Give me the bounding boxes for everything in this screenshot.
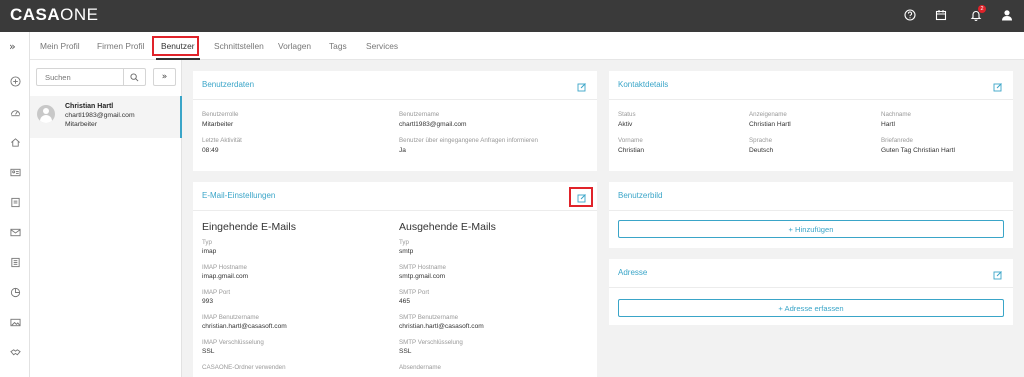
bell-icon[interactable]: 2 — [969, 5, 986, 22]
add-address-button[interactable]: + Adresse erfassen — [618, 299, 1004, 317]
plus-circle-icon[interactable] — [8, 74, 22, 88]
field-label: Benutzer über eingegangene Anfragen info… — [399, 137, 538, 144]
add-picture-button[interactable]: + Hinzufügen — [618, 220, 1004, 238]
field-value: Christian Hartl — [749, 121, 791, 128]
field-value: SSL — [399, 348, 412, 355]
benutzerdaten-title: Benutzerdaten — [202, 80, 255, 89]
dashboard-icon[interactable] — [8, 105, 22, 119]
user-role: Mitarbeiter — [65, 121, 98, 128]
field-value: imap — [202, 248, 217, 255]
kontaktdetails-title: Kontaktdetails — [618, 80, 669, 89]
user-name: Christian Hartl — [65, 103, 114, 110]
field-label: Sprache — [749, 137, 773, 144]
field-value: 465 — [399, 298, 411, 305]
field-value: Deutsch — [749, 147, 774, 154]
field-value: 993 — [202, 298, 214, 305]
field-label: Vorname — [618, 137, 643, 144]
calendar-icon[interactable] — [934, 8, 948, 22]
contacts-icon[interactable] — [8, 165, 22, 179]
tab-services[interactable]: Services — [366, 41, 398, 51]
field-label: Letzte Aktivität — [202, 137, 242, 144]
user-email: chartl1983@gmail.com — [65, 112, 135, 119]
field-label: IMAP Port — [202, 289, 231, 296]
field-label: SMTP Benutzername — [399, 314, 459, 321]
field-value: chartl1983@gmail.com — [399, 121, 467, 128]
field-value: Christian — [618, 147, 645, 154]
list-item-user[interactable]: Christian Hartl chartl1983@gmail.com Mit… — [30, 96, 182, 138]
top-bar: CASAONE 2 — [0, 0, 1024, 32]
field-value: SSL — [202, 348, 215, 355]
tab-mein-profil[interactable]: Mein Profil — [40, 41, 80, 51]
edit-icon[interactable] — [576, 81, 587, 92]
field-value: 08:49 — [202, 147, 219, 154]
search-box — [36, 68, 146, 86]
field-label: CASAONE-Ordner verwenden — [202, 364, 286, 371]
benutzerdaten-card: Benutzerdaten Benutzerrolle Mitarbeiter … — [193, 71, 597, 171]
field-value: Hartl — [881, 121, 895, 128]
kontaktdetails-card: Kontaktdetails Status Aktiv Anzeigename … — [609, 71, 1013, 171]
list-icon[interactable] — [8, 255, 22, 269]
avatar — [37, 105, 55, 123]
field-label: Briefanrede — [881, 137, 913, 144]
tab-firmen-profil[interactable]: Firmen Profil — [97, 41, 144, 51]
field-value: christian.hartl@casasoft.com — [202, 323, 287, 330]
rail-expand-button[interactable]: » — [9, 41, 16, 53]
search-input[interactable] — [45, 72, 121, 83]
adresse-card: Adresse + Adresse erfassen — [609, 259, 1013, 325]
field-label: Typ — [399, 239, 409, 246]
app-logo[interactable]: CASAONE — [10, 6, 99, 24]
outgoing-heading: Ausgehende E-Mails — [399, 221, 496, 233]
field-value: Ja — [399, 147, 406, 154]
tab-schnittstellen[interactable]: Schnittstellen — [214, 41, 264, 51]
field-value: christian.hartl@casasoft.com — [399, 323, 484, 330]
field-value: Mitarbeiter — [202, 121, 234, 128]
benutzerbild-card: Benutzerbild + Hinzufügen — [609, 182, 1013, 248]
help-icon[interactable] — [903, 8, 917, 22]
panel-expand-button[interactable]: » — [153, 68, 176, 86]
notification-badge: 2 — [978, 5, 986, 13]
field-label: Benutzerrolle — [202, 111, 239, 118]
user-icon[interactable] — [1000, 8, 1014, 22]
user-list-panel: » Christian Hartl chartl1983@gmail.com M… — [30, 60, 182, 377]
field-value: Guten Tag Christian Hartl — [881, 147, 955, 154]
field-label: Anzeigename — [749, 111, 787, 118]
search-icon — [130, 72, 139, 81]
field-value: smtp.gmail.com — [399, 273, 446, 280]
field-label: Nachname — [881, 111, 911, 118]
edit-icon[interactable] — [992, 269, 1003, 280]
pie-chart-icon[interactable] — [8, 285, 22, 299]
field-label: SMTP Port — [399, 289, 430, 296]
field-label: Absendername — [399, 364, 441, 371]
edit-highlight-box — [569, 187, 593, 207]
field-label: SMTP Hostname — [399, 264, 446, 271]
tab-highlight-box — [152, 36, 199, 56]
home-icon[interactable] — [8, 135, 22, 149]
search-button[interactable] — [123, 69, 145, 85]
adresse-title: Adresse — [618, 268, 648, 277]
field-label: Typ — [202, 239, 212, 246]
document-icon[interactable] — [8, 195, 22, 209]
edit-icon[interactable] — [992, 81, 1003, 92]
left-navigation-rail: » — [0, 32, 30, 377]
field-label: Status — [618, 111, 636, 118]
field-value: smtp — [399, 248, 414, 255]
email-settings-title: E-Mail-Einstellungen — [202, 191, 276, 200]
benutzerbild-title: Benutzerbild — [618, 191, 663, 200]
field-label: Benutzername — [399, 111, 440, 118]
mail-icon[interactable] — [8, 225, 22, 239]
field-value: imap.gmail.com — [202, 273, 249, 280]
tab-vorlagen[interactable]: Vorlagen — [278, 41, 311, 51]
field-label: SMTP Verschlüsselung — [399, 339, 463, 346]
incoming-heading: Eingehende E-Mails — [202, 221, 296, 233]
field-label: IMAP Hostname — [202, 264, 247, 271]
field-value: Aktiv — [618, 121, 633, 128]
field-label: IMAP Benutzername — [202, 314, 259, 321]
gallery-icon[interactable] — [8, 315, 22, 329]
tab-tags[interactable]: Tags — [329, 41, 347, 51]
handshake-icon[interactable] — [8, 345, 22, 359]
email-settings-card: E-Mail-Einstellungen Eingehende E-Mails … — [193, 182, 597, 377]
field-label: IMAP Verschlüsselung — [202, 339, 264, 346]
